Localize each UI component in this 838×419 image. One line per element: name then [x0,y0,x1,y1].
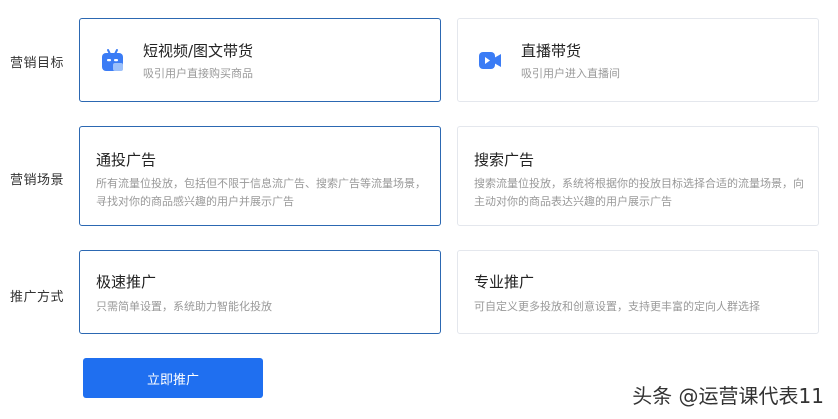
ad-setup-page: 营销目标 短视频/图文带货 吸引用户直接购买商品 直播带货 吸引用户进入直播间 [0,0,838,419]
watermark: 头条 @运营课代表11 [632,384,824,408]
method-option-pro[interactable]: 专业推广 可自定义更多投放和创意设置，支持更丰富的定向人群选择 [457,250,819,334]
method-option-desc: 可自定义更多投放和创意设置，支持更丰富的定向人群选择 [474,300,760,313]
scene-option-desc: 所有流量位投放，包括但不限于信息流广告、搜索广告等流量场景，寻找对你的商品感兴趣… [96,177,426,208]
scene-option-title: 通投广告 [96,151,157,169]
video-image-icon [100,48,125,73]
method-option-title: 极速推广 [96,273,157,291]
scene-option-desc: 搜索流量位投放，系统将根据你的投放目标选择合适的流量场景，向主动对你的商品表达兴… [474,177,804,208]
live-camera-icon [478,48,503,73]
method-option-title: 专业推广 [474,273,535,291]
goal-option-desc: 吸引用户进入直播间 [521,67,620,80]
scene-option-general[interactable]: 通投广告 所有流量位投放，包括但不限于信息流广告、搜索广告等流量场景，寻找对你的… [79,126,441,226]
method-option-fast[interactable]: 极速推广 只需简单设置，系统助力智能化投放 [79,250,441,334]
promotion-method-label: 推广方式 [10,290,65,305]
promote-now-button[interactable]: 立即推广 [83,358,263,398]
marketing-scene-label: 营销场景 [10,173,65,188]
marketing-goal-label: 营销目标 [10,56,65,71]
goal-option-live[interactable]: 直播带货 吸引用户进入直播间 [457,18,819,102]
goal-option-title: 短视频/图文带货 [143,42,254,60]
scene-option-title: 搜索广告 [474,151,535,169]
method-option-desc: 只需简单设置，系统助力智能化投放 [96,300,272,313]
goal-option-desc: 吸引用户直接购买商品 [143,67,253,80]
scene-option-search[interactable]: 搜索广告 搜索流量位投放，系统将根据你的投放目标选择合适的流量场景，向主动对你的… [457,126,819,226]
goal-option-title: 直播带货 [521,42,582,60]
goal-option-short-video[interactable]: 短视频/图文带货 吸引用户直接购买商品 [79,18,441,102]
